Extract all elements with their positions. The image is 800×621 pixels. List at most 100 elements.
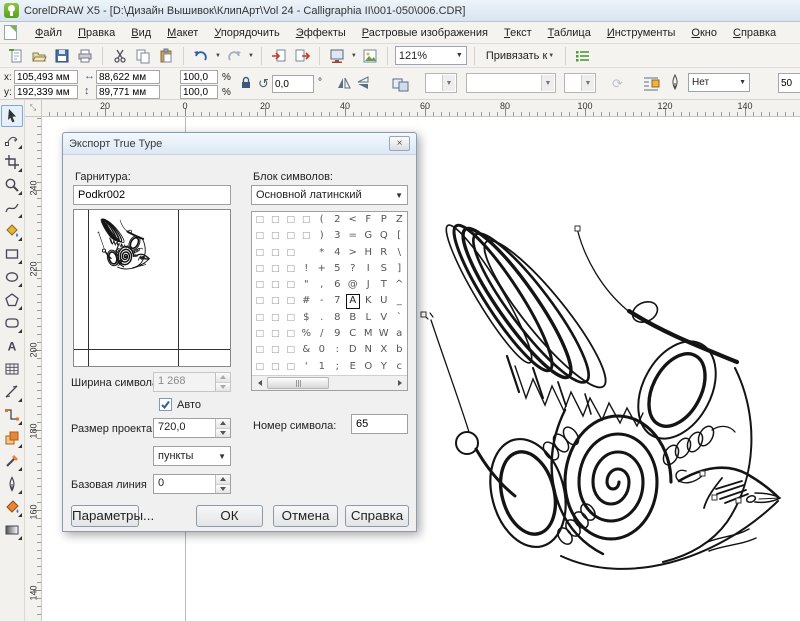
grid-cell[interactable]: □ — [252, 342, 268, 358]
grid-cell[interactable]: 0 — [314, 342, 330, 358]
zoom-level-combo[interactable]: 121% ▼ — [395, 46, 467, 65]
grid-cell[interactable]: 7 — [330, 293, 346, 309]
menu-item-Правка[interactable]: Правка — [70, 24, 123, 42]
chevron-down-icon[interactable]: ▼ — [351, 53, 357, 59]
grid-cell[interactable]: □ — [283, 326, 299, 342]
grid-cell[interactable]: / — [314, 326, 330, 342]
lock-ratio-icon[interactable] — [240, 76, 252, 93]
grid-cell[interactable]: □ — [252, 212, 268, 228]
outline-pen-icon[interactable] — [668, 74, 682, 95]
grid-cell[interactable]: b — [392, 342, 408, 358]
grid-cell[interactable]: ^ — [392, 277, 408, 293]
chevron-down-icon[interactable]: ▼ — [215, 53, 221, 59]
grid-cell[interactable]: \ — [392, 245, 408, 261]
grid-cell[interactable]: E — [345, 359, 361, 375]
grid-cell[interactable]: G — [361, 228, 377, 244]
grid-cell[interactable]: ' — [299, 359, 315, 375]
character-grid[interactable]: □□□□(2<FPZ□□□□)3=GQ[□□□*4>HR\□□□!+5?IS]□… — [251, 211, 408, 391]
grid-cell[interactable]: C — [345, 326, 361, 342]
grid-cell[interactable]: □ — [268, 310, 284, 326]
print-icon[interactable] — [75, 46, 95, 66]
grid-cell[interactable]: □ — [252, 293, 268, 309]
grid-cell[interactable]: . — [314, 310, 330, 326]
menu-item-Инструменты[interactable]: Инструменты — [599, 24, 684, 42]
grid-cell[interactable]: _ — [392, 293, 408, 309]
design-size-spinner[interactable]: 720,0 — [153, 418, 231, 438]
grid-cell[interactable]: S — [376, 261, 392, 277]
menu-item-Файл[interactable]: Файл — [27, 24, 70, 42]
grid-cell[interactable]: □ — [283, 277, 299, 293]
corner-size-combo[interactable]: ▼ — [425, 73, 457, 93]
grid-cell[interactable]: 9 — [330, 326, 346, 342]
pick-tool[interactable] — [1, 105, 23, 127]
grid-cell[interactable]: ( — [314, 212, 330, 228]
grid-cell[interactable]: □ — [268, 342, 284, 358]
grid-cell[interactable]: " — [299, 277, 315, 293]
close-icon[interactable]: × — [389, 136, 410, 151]
menu-item-Растровые изображения[interactable]: Растровые изображения — [354, 24, 496, 42]
outline-pen-tool[interactable] — [1, 473, 23, 495]
grid-cell[interactable]: ; — [330, 359, 346, 375]
scrollbar-thumb[interactable] — [267, 377, 329, 389]
grid-cell[interactable] — [299, 245, 315, 261]
grid-cell[interactable]: $ — [299, 310, 315, 326]
grid-cell[interactable]: Y — [376, 359, 392, 375]
grid-cell[interactable]: - — [314, 293, 330, 309]
grid-cell[interactable]: □ — [268, 245, 284, 261]
grid-cell[interactable]: □ — [252, 245, 268, 261]
grid-cell[interactable]: < — [345, 212, 361, 228]
grid-cell[interactable]: X — [376, 342, 392, 358]
scroll-right-icon[interactable] — [392, 376, 407, 390]
crop-tool[interactable] — [1, 151, 23, 173]
freehand-tool[interactable] — [1, 197, 23, 219]
grid-cell[interactable]: □ — [283, 245, 299, 261]
zoom-tool[interactable] — [1, 174, 23, 196]
table-tool[interactable] — [1, 358, 23, 380]
cut-icon[interactable] — [110, 46, 130, 66]
vertical-ruler[interactable]: 240220200180160140 — [25, 117, 42, 621]
grid-cell[interactable]: R — [376, 245, 392, 261]
shape-tool[interactable] — [1, 128, 23, 150]
grid-cell[interactable]: c — [392, 359, 408, 375]
auto-checkbox[interactable] — [159, 398, 172, 411]
open-icon[interactable] — [29, 46, 49, 66]
menu-item-Таблица[interactable]: Таблица — [540, 24, 599, 42]
grid-cell[interactable]: 5 — [330, 261, 346, 277]
object-x-input[interactable] — [14, 70, 78, 84]
grid-cell[interactable]: □ — [283, 261, 299, 277]
grid-cell[interactable]: & — [299, 342, 315, 358]
rotation-angle-input[interactable] — [272, 75, 314, 93]
snap-to-button[interactable]: Привязать к ▼ — [482, 48, 558, 64]
cancel-button[interactable]: Отмена — [273, 505, 338, 527]
scale-y-input[interactable] — [180, 85, 218, 99]
symbol-block-combo[interactable]: Основной латинский ▼ — [251, 185, 408, 205]
grid-cell[interactable]: ! — [299, 261, 315, 277]
menu-item-Справка[interactable]: Справка — [725, 24, 784, 42]
wrap-text-icon[interactable] — [642, 75, 660, 94]
outline-width-combo[interactable]: Нет ▼ — [688, 73, 750, 92]
grid-cell[interactable]: # — [299, 293, 315, 309]
grid-cell[interactable]: 6 — [330, 277, 346, 293]
corner-size2-combo[interactable]: ▼ — [564, 73, 596, 93]
grid-cell[interactable]: □ — [268, 359, 284, 375]
basic-shapes-tool[interactable] — [1, 312, 23, 334]
grid-cell[interactable]: 2 — [330, 212, 346, 228]
copy-icon[interactable] — [133, 46, 153, 66]
grid-cell[interactable]: [ — [392, 228, 408, 244]
fill-tool[interactable] — [1, 496, 23, 518]
corner-style-combo[interactable]: ▼ — [466, 73, 556, 93]
grid-cell[interactable]: J — [361, 277, 377, 293]
menu-item-Упорядочить[interactable]: Упорядочить — [206, 24, 287, 42]
paste-icon[interactable] — [156, 46, 176, 66]
grid-cell[interactable]: 1 — [314, 359, 330, 375]
chevron-down-icon[interactable]: ▼ — [248, 53, 254, 59]
grid-cell[interactable]: □ — [268, 326, 284, 342]
grid-cell-selected[interactable]: A — [345, 293, 361, 309]
grid-cell[interactable]: □ — [299, 228, 315, 244]
menu-item-Вид[interactable]: Вид — [123, 24, 159, 42]
calligraphic-bird-drawing[interactable] — [415, 190, 795, 590]
menu-item-Эффекты[interactable]: Эффекты — [288, 24, 354, 42]
blend-tool[interactable] — [1, 427, 23, 449]
parameters-button[interactable]: Параметры... — [71, 505, 139, 527]
grid-cell[interactable]: B — [345, 310, 361, 326]
